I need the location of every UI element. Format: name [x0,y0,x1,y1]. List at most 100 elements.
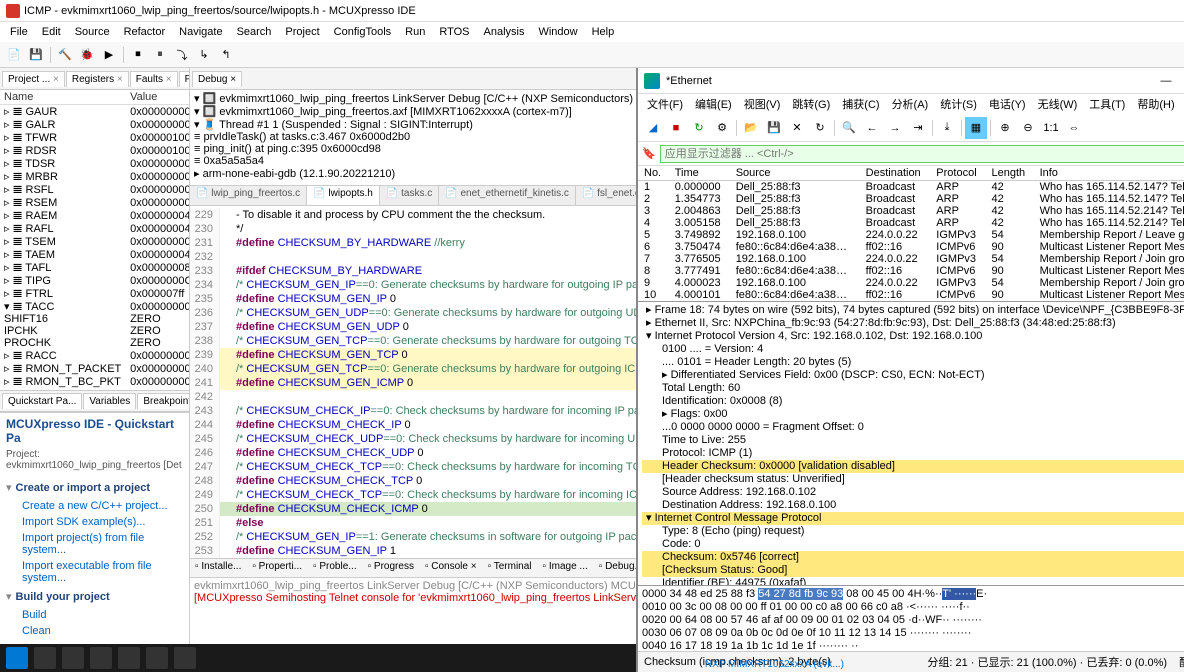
register-row[interactable]: ▹ 𝌆 RSFL0x00000000RW0x1 [0,183,189,196]
ws-menu-item[interactable]: 工具(T) [1084,94,1130,114]
editor-tab[interactable]: 📄 lwipopts.h [307,186,380,205]
debug-stack-line[interactable]: ▾ 🧵 Thread #1 1 (Suspended : Signal : SI… [192,118,634,131]
new-button[interactable]: 📄 [4,45,24,65]
register-row[interactable]: SHIFT16ZERORW[4] [0,313,189,325]
prev-button[interactable]: ← [861,117,883,139]
code-line[interactable]: 231#define CHECKSUM_BY_HARDWARE //kerry [190,236,636,250]
qs-link[interactable]: Import executable from file system... [0,558,189,586]
register-row[interactable]: ▹ 𝌆 RAEM0x00000004RW0x1 [0,209,189,222]
menu-help[interactable]: Help [586,24,621,40]
debug-stack[interactable]: ▾ 🔲 evkmimxrt1060_lwip_ping_freertos Lin… [190,90,636,186]
step-out-button[interactable]: ↰ [216,45,236,65]
hex-line[interactable]: 0000 34 48 ed 25 88 f3 54 27 8d fb 9c 93… [642,588,1184,601]
packet-detail-line[interactable]: 0100 .... = Version: 4 [642,343,1184,356]
packet-detail-line[interactable]: Time to Live: 255 [642,434,1184,447]
packet-detail-line[interactable]: Identification: 0x0008 (8) [642,395,1184,408]
restart-capture-button[interactable]: ↻ [688,117,710,139]
qs-link[interactable]: Import SDK example(s)... [0,514,189,530]
device-link[interactable]: NXP MIMXRT1062xxxA (evk...) [705,659,844,670]
packet-detail-line[interactable]: [Checksum Status: Good] [642,564,1184,577]
packet-detail-line[interactable]: Type: 8 (Echo (ping) request) [642,525,1184,538]
console-tab[interactable]: ▫ Proble... [308,559,362,577]
code-line[interactable]: 242 [190,390,636,404]
menu-rtos[interactable]: RTOS [433,24,475,40]
editor-tab[interactable]: 📄 fsl_enet.c [576,186,636,205]
task-item[interactable] [174,647,196,669]
menu-project[interactable]: Project [279,24,325,40]
packet-row[interactable]: 94.000023192.168.0.100224.0.0.22IGMPv354… [638,277,1184,289]
code-editor[interactable]: 229 - To disable it and process by CPU c… [190,206,636,558]
qs-section-header[interactable]: ▾ Create or import a project [0,477,189,498]
save-button[interactable]: 💾 [763,117,785,139]
task-item[interactable] [34,647,56,669]
packet-detail-line[interactable]: .... 0101 = Header Length: 20 bytes (5) [642,356,1184,369]
hex-line[interactable]: 0030 06 07 08 09 0a 0b 0c 0d 0e 0f 10 11… [642,627,1184,640]
ws-hex-dump[interactable]: 0000 34 48 ed 25 88 f3 54 27 8d fb 9c 93… [638,586,1184,652]
menu-run[interactable]: Run [399,24,431,40]
packet-detail-line[interactable]: ▾ Internet Protocol Version 4, Src: 192.… [642,330,1184,343]
register-row[interactable]: ▹ 𝌆 RACC0x00000000RW0x1 [0,349,189,362]
pkt-col-header[interactable]: No. [638,166,669,181]
register-row[interactable]: ▾ 𝌆 TACC0x00000000RW0x1 [0,300,189,313]
menu-file[interactable]: File [4,24,34,40]
ws-menu-item[interactable]: 文件(F) [642,94,688,114]
left-tab[interactable]: Registers [66,71,129,87]
debug-stack-line[interactable]: ≡ 0xa5a5a5a4 [192,155,634,167]
register-row[interactable]: ▹ 𝌆 TDSR0x00000000RW0x1 [0,157,189,170]
packet-row[interactable]: 73.776505192.168.0.100224.0.0.22IGMPv354… [638,253,1184,265]
qs-tab[interactable]: Variables [83,393,136,409]
ws-menu-item[interactable]: 编辑(E) [690,94,737,114]
capture-options-button[interactable]: ⚙ [711,117,733,139]
ws-menu-item[interactable]: 视图(V) [739,94,786,114]
code-line[interactable]: 244#define CHECKSUM_CHECK_IP 0 [190,418,636,432]
menu-refactor[interactable]: Refactor [118,24,172,40]
pkt-col-header[interactable]: Protocol [930,166,985,181]
console-tab[interactable]: ▫ Progress [363,559,419,577]
colorize-button[interactable]: ▦ [965,117,987,139]
pkt-col-header[interactable]: Source [730,166,860,181]
register-row[interactable]: ▹ 𝌆 MRBR0x00000000RW0x1 [0,170,189,183]
ws-menu-item[interactable]: 统计(S) [935,94,982,114]
qs-link[interactable]: Import project(s) from file system... [0,530,189,558]
register-row[interactable]: ▹ 𝌆 RDSR0x00000100RW0x1 [0,144,189,157]
code-line[interactable]: 233#ifdef CHECKSUM_BY_HARDWARE [190,264,636,278]
debug-stack-line[interactable]: ≡ prvIdleTask() at tasks.c:3.467 0x6000d… [192,131,634,143]
code-line[interactable]: 246#define CHECKSUM_CHECK_UDP 0 [190,446,636,460]
hex-line[interactable]: 0020 00 64 08 00 57 46 af af 00 09 00 01… [642,614,1184,627]
packet-detail-line[interactable]: Destination Address: 192.168.0.100 [642,499,1184,512]
code-line[interactable]: 239#define CHECKSUM_GEN_TCP 0 [190,348,636,362]
packet-row[interactable]: 63.750474fe80::6c84:d6e4:a38…ff02::16ICM… [638,241,1184,253]
debug-button[interactable]: 🐞 [77,45,97,65]
packet-detail-line[interactable]: Total Length: 60 [642,382,1184,395]
reload-button[interactable]: ↻ [809,117,831,139]
code-line[interactable]: 247/* CHECKSUM_CHECK_TCP==0: Check check… [190,460,636,474]
packet-detail-line[interactable]: Source Address: 192.168.0.102 [642,486,1184,499]
code-line[interactable]: 234/* CHECKSUM_GEN_IP==0: Generate check… [190,278,636,292]
menu-source[interactable]: Source [69,24,116,40]
register-row[interactable]: ▹ 𝌆 TIPG0x0000000CRW0x1 [0,274,189,287]
register-row[interactable]: ▹ 𝌆 RAFL0x00000004RW0x1 [0,222,189,235]
ws-menu-item[interactable]: 分析(A) [887,94,934,114]
hex-line[interactable]: 0040 16 17 18 19 1a 1b 1c 1d 1e 1f ·····… [642,640,1184,652]
packet-detail-line[interactable]: ▸ Differentiated Services Field: 0x00 (D… [642,369,1184,382]
ws-menu-item[interactable]: 捕获(C) [837,94,884,114]
packet-detail-line[interactable]: ▸ Flags: 0x00 [642,408,1184,421]
ws-packet-list[interactable]: No.TimeSourceDestinationProtocolLengthIn… [638,166,1184,302]
debug-stack-line[interactable]: ≡ ping_init() at ping.c:395 0x6000cd98 [192,143,634,155]
register-row[interactable]: ▹ 𝌆 RMON_T_BC_PKT0x00000000R0x1 [0,375,189,388]
console-tab[interactable]: ▫ Console × [420,559,482,577]
step-over-button[interactable]: ⤵ [172,45,192,65]
pkt-col-header[interactable]: Length [985,166,1033,181]
left-tab[interactable]: Periphe... [179,71,189,87]
code-line[interactable]: 250#define CHECKSUM_CHECK_ICMP 0 [190,502,636,516]
left-tab[interactable]: Faults [130,71,178,87]
qs-link[interactable]: Build [0,607,189,623]
editor-tab[interactable]: 📄 enet_ethernetif_kinetis.c [439,186,576,205]
console-tab[interactable]: ▫ Terminal [483,559,537,577]
zoom-reset-button[interactable]: 1:1 [1040,117,1062,139]
pause-button[interactable]: ⏸ [150,45,170,65]
task-item[interactable] [118,647,140,669]
console-tab[interactable]: ▫ Installe... [190,559,246,577]
register-row[interactable]: PROCHKZERORW[4] [0,337,189,349]
code-line[interactable]: 237#define CHECKSUM_GEN_UDP 0 [190,320,636,334]
